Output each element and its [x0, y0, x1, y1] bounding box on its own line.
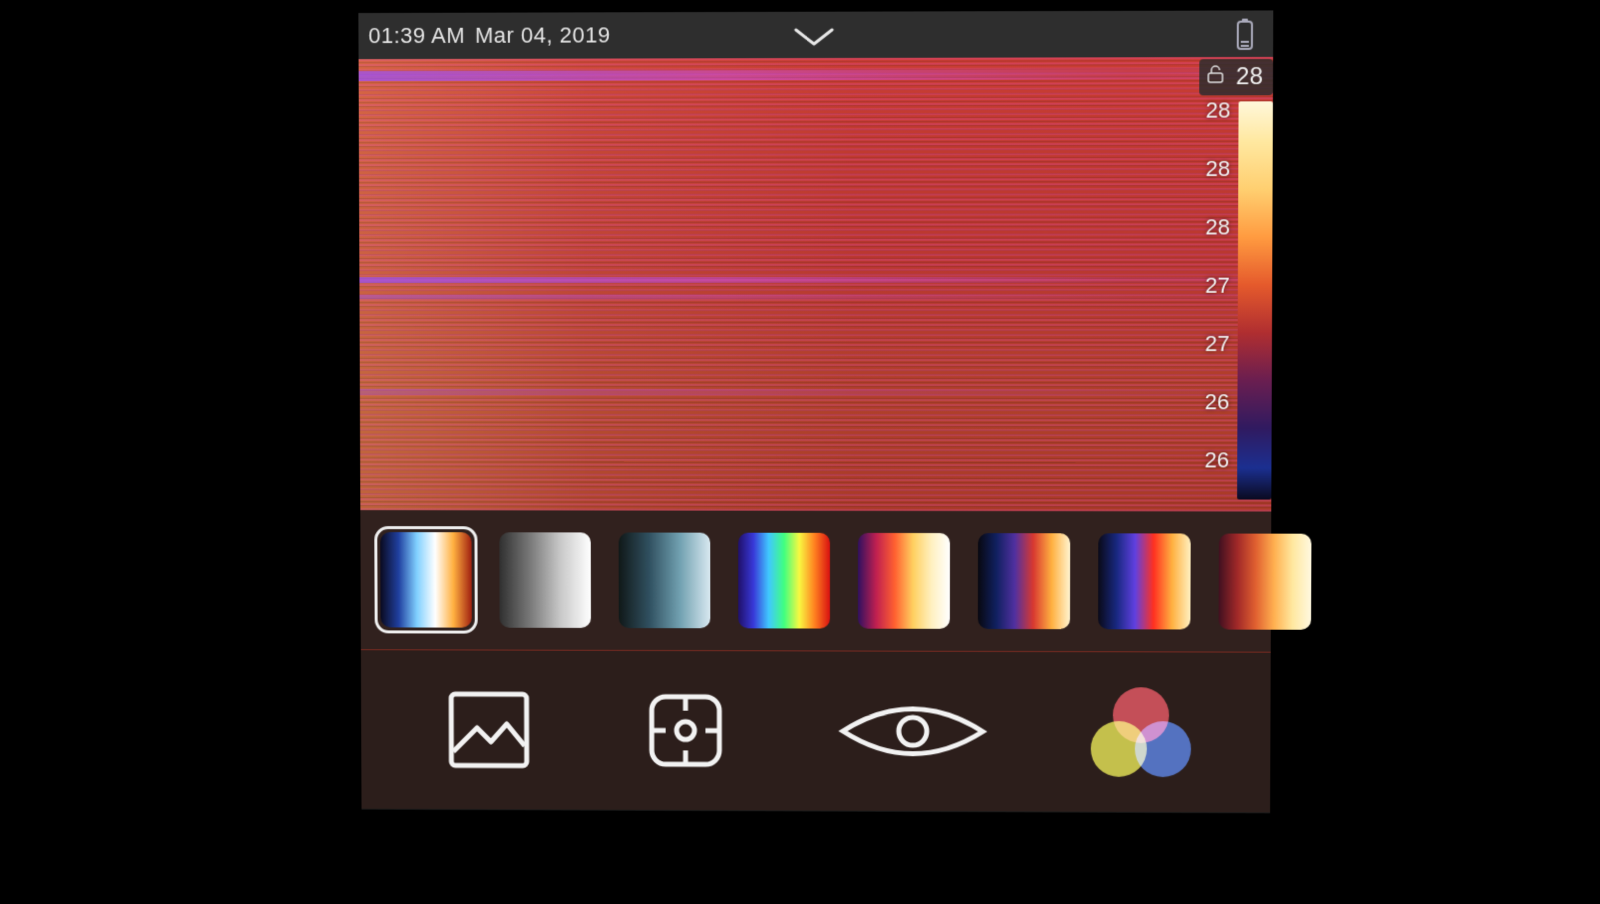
- palette-option-bluewhite[interactable]: [619, 532, 711, 628]
- palette-option-ironbow[interactable]: [380, 532, 472, 628]
- scale-tick: 28: [1205, 156, 1230, 182]
- palette-option-amber[interactable]: [1219, 534, 1312, 630]
- view-mode-button[interactable]: [833, 686, 993, 776]
- thermal-camera-screen: 01:39 AM Mar 04, 2019 2: [358, 10, 1273, 813]
- chevron-down-icon[interactable]: [792, 26, 836, 53]
- focus-button[interactable]: [636, 681, 736, 781]
- palette-option-rainbow[interactable]: [738, 533, 830, 629]
- scale-tick: 27: [1205, 273, 1230, 299]
- bottom-nav: [361, 650, 1271, 812]
- status-bar[interactable]: 01:39 AM Mar 04, 2019: [358, 10, 1273, 59]
- thermal-image-view[interactable]: 28 28 28 28 27 27 26 26: [359, 57, 1274, 512]
- clock-time: 01:39 AM: [368, 23, 465, 49]
- scale-tick: 28: [1206, 97, 1231, 123]
- temperature-readout[interactable]: 28: [1200, 59, 1274, 95]
- scale-tick: 27: [1205, 331, 1230, 357]
- color-mode-button[interactable]: [1091, 687, 1192, 777]
- palette-option-grayscale[interactable]: [499, 532, 591, 628]
- gallery-button[interactable]: [439, 680, 538, 779]
- lock-icon: [1206, 63, 1226, 91]
- scale-tick: 26: [1205, 389, 1230, 415]
- scale-tick: 26: [1205, 447, 1230, 473]
- battery-icon: [1235, 19, 1255, 56]
- palette-option-blue-red[interactable]: [1098, 533, 1191, 629]
- temperature-value: 28: [1236, 63, 1263, 90]
- palette-option-plasma[interactable]: [858, 533, 950, 629]
- image-icon: [439, 680, 538, 779]
- scale-tick: 28: [1205, 214, 1230, 240]
- eye-icon: [833, 686, 993, 776]
- rgb-venn-icon: [1091, 687, 1192, 777]
- focus-target-icon: [636, 681, 736, 781]
- clock-date: Mar 04, 2019: [475, 22, 610, 48]
- palette-selector: [360, 510, 1271, 652]
- palette-option-inferno[interactable]: [978, 533, 1070, 629]
- color-scale-bar[interactable]: [1237, 101, 1273, 499]
